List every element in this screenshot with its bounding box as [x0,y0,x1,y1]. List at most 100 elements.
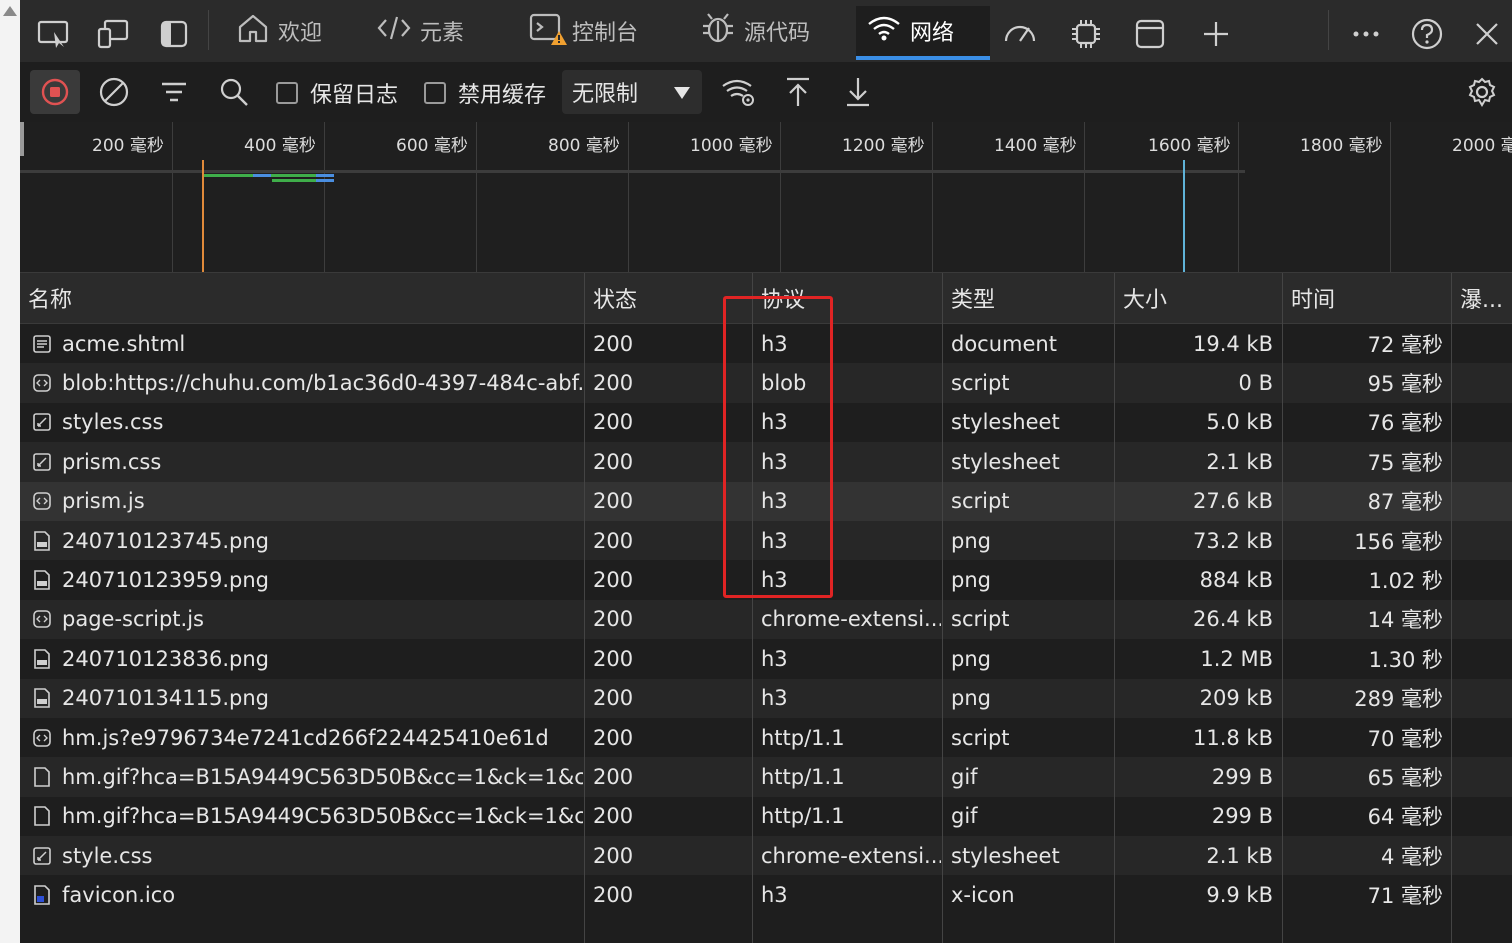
column-header-type[interactable]: 类型 [943,273,1113,323]
checkbox-box[interactable] [424,82,446,104]
timeline-tick: 400 毫秒 [244,135,316,156]
request-name: prism.js [62,489,145,514]
table-row[interactable]: 240710123959.png 200 h3 png 884 kB 1.02 秒 [20,560,1512,599]
cell-status: 200 [593,528,634,553]
cell-name[interactable]: hm.gif?hca=B15A9449C563D50B&cc=1&ck=1&cl… [20,757,583,796]
table-row[interactable]: hm.gif?hca=B15A9449C563D50B&cc=1&ck=1&cl… [20,757,1512,797]
checkbox-box[interactable] [276,82,298,104]
import-har-upload-icon[interactable] [776,70,820,114]
application-icon[interactable] [1130,14,1170,54]
table-row[interactable]: prism.css 200 h3 stylesheet 2.1 kB 75 毫秒 [20,442,1512,482]
add-tool-plus-icon[interactable] [1196,14,1236,54]
request-name: hm.gif?hca=B15A9449C563D50B&cc=1&ck=1&cl… [62,804,583,829]
cell-type: x-icon [951,883,1015,908]
table-row[interactable]: 240710123745.png 200 h3 png 73.2 kB 156 毫秒 [20,520,1512,561]
tab-console[interactable]: 控制台 [528,6,658,56]
column-header-time[interactable]: 时间 [1283,273,1451,323]
table-row[interactable]: prism.js 200 h3 script 27.6 kB 87 毫秒 [20,481,1512,521]
table-row[interactable]: acme.shtml 200 h3 document 19.4 kB 72 毫秒 [20,324,1512,363]
request-table-header: 名称 状态 协议 类型 大小 时间 瀑... [20,273,1512,324]
devtools-tab-bar: 欢迎 元素 控制台 源代码 网络 [20,0,1512,62]
table-row[interactable]: hm.js?e9796734e7241cd266f224425410e61d 20… [20,718,1512,757]
tab-sources[interactable]: 源代码 [700,6,830,56]
cell-name[interactable]: 240710134115.png [20,679,583,718]
script-icon [32,727,52,749]
tab-welcome[interactable]: 欢迎 [236,6,344,56]
table-row[interactable]: styles.css 200 h3 stylesheet 5.0 kB 76 毫秒 [20,403,1512,442]
table-row[interactable]: page-script.js 200 chrome-extensi... script… [20,599,1512,640]
cell-protocol: h3 [761,883,788,908]
throttling-select[interactable]: 无限制 [562,70,702,114]
cell-protocol: h3 [761,410,788,435]
cell-protocol: http/1.1 [761,764,845,789]
table-row[interactable]: 240710123836.png 200 h3 png 1.2 MB 1.30 秒 [20,639,1512,678]
export-har-download-icon[interactable] [836,70,880,114]
request-name: 240710123836.png [62,646,269,671]
cell-name[interactable]: 240710123959.png [20,560,583,599]
column-header-protocol[interactable]: 协议 [753,273,941,323]
cell-name[interactable]: style.css [20,836,583,875]
column-header-status[interactable]: 状态 [585,273,751,323]
cell-name[interactable]: favicon.ico [20,875,583,914]
column-header-name[interactable]: 名称 [20,273,583,323]
table-row[interactable]: favicon.ico 200 h3 x-icon 9.9 kB 71 毫秒 [20,875,1512,914]
filter-icon[interactable] [152,70,196,114]
load-event-marker [1183,160,1185,272]
search-icon[interactable] [212,70,256,114]
device-emulation-icon[interactable] [94,14,134,54]
cell-name[interactable]: styles.css [20,403,583,442]
performance-icon[interactable] [1000,14,1040,54]
cell-name[interactable]: blob:https://chuhu.com/b1ac36d0-4397-484… [20,363,583,402]
cell-time: 87 毫秒 [1367,490,1443,515]
stylesheet-icon [32,451,52,473]
memory-icon[interactable] [1066,14,1106,54]
preserve-log-checkbox[interactable]: 保留日志 [276,78,398,108]
network-overview-timeline[interactable]: 200 毫秒 400 毫秒 600 毫秒 800 毫秒 1000 毫秒 1200… [20,122,1512,273]
warning-icon [551,31,567,45]
inspect-element-icon[interactable] [34,14,74,54]
cell-name[interactable]: prism.css [20,442,583,481]
cell-protocol: chrome-extensi... [761,607,941,632]
timeline-bar [253,174,271,177]
cell-name[interactable]: hm.gif?hca=B15A9449C563D50B&cc=1&ck=1&cl… [20,797,583,836]
record-button[interactable] [30,70,80,114]
timeline-tick: 1200 毫秒 [842,135,925,156]
cell-name[interactable]: 240710123745.png [20,521,583,560]
more-options-icon[interactable] [1346,14,1386,54]
cell-name[interactable]: prism.js [20,482,583,521]
cell-type: stylesheet [951,410,1060,435]
timeline-range-handle[interactable] [20,122,24,156]
cell-name[interactable]: 240710123836.png [20,639,583,678]
cell-name[interactable]: hm.js?e9796734e7241cd266f224425410e61d [20,718,583,757]
cell-status: 200 [593,607,634,632]
cell-size: 9.9 kB [1206,883,1273,908]
network-conditions-icon[interactable] [716,70,760,114]
file-icon [32,805,52,827]
tab-network[interactable]: 网络 [856,6,990,60]
timeline-bar [272,179,316,182]
cell-name[interactable]: page-script.js [20,600,583,639]
cell-type: png [951,646,991,671]
cell-name[interactable]: acme.shtml [20,324,583,363]
help-icon[interactable] [1407,14,1447,54]
timeline-tick: 2000 毫秒 [1452,135,1512,156]
disable-cache-checkbox[interactable]: 禁用缓存 [424,78,546,108]
table-row[interactable]: 240710134115.png 200 h3 png 209 kB 289 毫秒 [20,678,1512,718]
dock-side-icon[interactable] [154,14,194,54]
scroll-up-arrow-icon[interactable] [3,6,17,16]
column-header-size[interactable]: 大小 [1115,273,1281,323]
table-row[interactable]: style.css 200 chrome-extensi... stylesheet 2… [20,836,1512,876]
table-row[interactable]: hm.gif?hca=B15A9449C563D50B&cc=1&ck=1&cl… [20,797,1512,836]
cell-size: 1.2 MB [1200,646,1273,671]
cell-time: 1.02 秒 [1368,569,1443,594]
network-settings-gear-icon[interactable] [1460,70,1504,114]
script-icon [32,372,52,394]
tab-elements[interactable]: 元素 [376,6,486,56]
column-header-waterfall[interactable]: 瀑... [1452,273,1512,323]
table-row[interactable]: blob:https://chuhu.com/b1ac36d0-4397-484… [20,363,1512,403]
request-table-body: acme.shtml 200 h3 document 19.4 kB 72 毫秒 blob:… [20,324,1512,915]
clear-log-icon[interactable] [92,70,136,114]
cell-size: 299 B [1211,804,1273,829]
close-icon[interactable] [1467,14,1507,54]
cell-size: 19.4 kB [1192,331,1273,356]
